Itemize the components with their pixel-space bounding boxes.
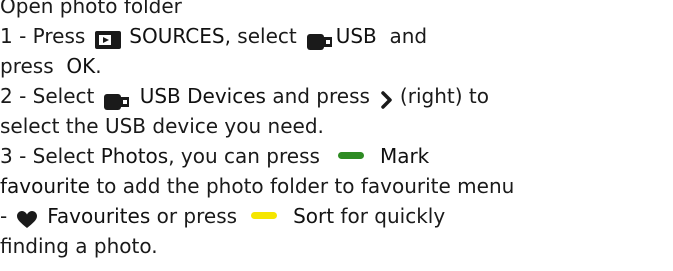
- usb-icon: [306, 28, 333, 50]
- step-3-tail: to add the photo folder to favourite men…: [96, 174, 515, 198]
- step-1-line-2: press OK.: [0, 51, 673, 81]
- step-3-prefix: 3 - Select: [0, 144, 95, 168]
- chevron-right-icon: [380, 87, 394, 109]
- heading-line: Open photo folder: [0, 0, 673, 21]
- step-2-right: (right) to: [399, 84, 489, 108]
- favourite-label: favourite: [0, 174, 90, 198]
- step-2-line-1: 2 - Select USB Devices and press (right) …: [0, 81, 673, 111]
- usb-devices-label: USB Devices: [139, 84, 266, 108]
- ok-label: OK: [66, 54, 96, 78]
- step-3-sort-tail: for quickly: [340, 204, 446, 228]
- sources-icon: [95, 27, 122, 49]
- instruction-text: Open photo folder 1 - Press SOURCES, sele…: [0, 0, 673, 261]
- heart-icon: [17, 207, 38, 228]
- step-1-prefix: 1 - Press: [0, 24, 86, 48]
- step-2-line-2: select the USB device you need.: [0, 111, 673, 141]
- step-2-prefix: 2 - Select: [0, 84, 95, 108]
- step-3-line-1: 3 - Select Photos, you can press Mark: [0, 141, 673, 171]
- sort-label: Sort: [293, 204, 335, 228]
- step-3-mid: , you can press: [168, 144, 320, 168]
- favourites-label: Favourites: [47, 204, 151, 228]
- step-3-line-3: - Favourites or press Sort for quickly: [0, 201, 673, 231]
- step-1-line-1: 1 - Press SOURCES, select USB and: [0, 21, 673, 51]
- sources-label: SOURCES: [129, 24, 225, 48]
- step-3-dash: -: [0, 204, 8, 228]
- step-1-end: .: [95, 54, 102, 78]
- step-2-cont: select the USB device you need.: [0, 114, 324, 138]
- usb-label: USB: [335, 24, 377, 48]
- step-3-line-4: finding a photo.: [0, 231, 673, 261]
- usb-icon: [104, 88, 130, 110]
- step-3-line-2: favourite to add the photo folder to fav…: [0, 171, 673, 201]
- step-1-mid: , select: [224, 24, 297, 48]
- step-3-end: finding a photo.: [0, 234, 158, 258]
- green-key-icon: [337, 152, 364, 159]
- section-heading: Open photo folder: [0, 0, 182, 18]
- step-1-tail: and: [389, 24, 428, 48]
- yellow-key-icon: [251, 212, 278, 219]
- step-3-or-press: or press: [156, 204, 238, 228]
- photos-label: Photos: [100, 144, 169, 168]
- step-1-cont: press: [0, 54, 54, 78]
- step-2-mid: and press: [272, 84, 370, 108]
- mark-label: Mark: [379, 144, 430, 168]
